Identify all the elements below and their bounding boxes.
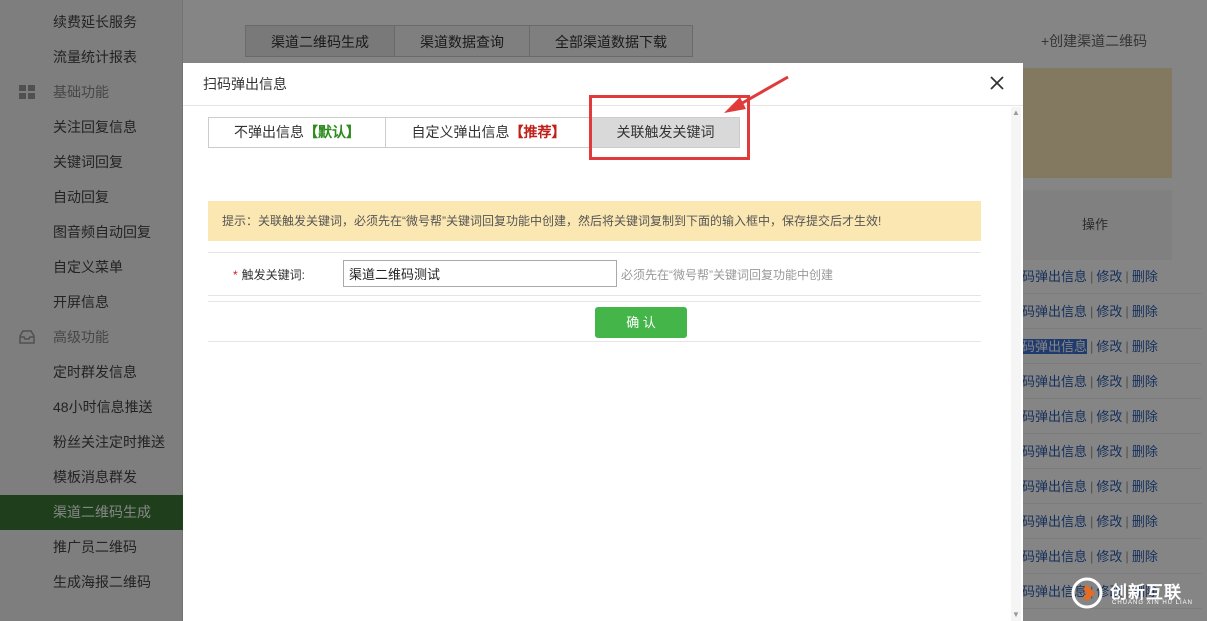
watermark: 创新互联 CHUANG XIN HU LIAN xyxy=(1068,573,1203,613)
confirm-row: 确 认 xyxy=(208,301,981,342)
confirm-button[interactable]: 确 认 xyxy=(595,307,687,338)
dialog-scrollbar[interactable]: ▲ ▼ xyxy=(1011,107,1021,621)
brand-logo-icon xyxy=(1071,577,1103,609)
tab-no-popup-label: 不弹出信息 xyxy=(234,124,304,140)
keyword-help-text: 必须先在“微号帮”关键词回复功能中创建 xyxy=(621,268,833,282)
keyword-form-row: *触发关键词: 必须先在“微号帮”关键词回复功能中创建 xyxy=(208,252,981,296)
hint-banner: 提示：关联触发关键词，必须先在“微号帮”关键词回复功能中创建，然后将关键词复制到… xyxy=(208,201,981,241)
scroll-down-icon[interactable]: ▼ xyxy=(1012,611,1020,619)
scroll-up-icon[interactable]: ▲ xyxy=(1012,109,1020,117)
default-tag: 【默认】 xyxy=(304,124,360,140)
dialog-body: 不弹出信息【默认】 自定义弹出信息【推荐】 关联触发关键词 提示：关联触发关键词… xyxy=(183,107,1011,621)
keyword-label-text: 触发关键词: xyxy=(241,268,306,282)
tab-custom-popup[interactable]: 自定义弹出信息【推荐】 xyxy=(386,118,592,147)
watermark-subtitle: CHUANG XIN HU LIAN xyxy=(1112,600,1194,606)
dialog-title: 扫码弹出信息 xyxy=(203,76,287,92)
annotation-arrow-icon xyxy=(724,75,789,113)
tab-custom-popup-label: 自定义弹出信息 xyxy=(411,124,510,140)
recommended-tag: 【推荐】 xyxy=(509,124,566,140)
keyword-field-label: * 触发关键词: xyxy=(233,253,305,297)
close-icon[interactable] xyxy=(987,73,1007,93)
required-mark: * xyxy=(233,268,238,282)
keyword-input[interactable] xyxy=(343,260,617,287)
tab-no-popup[interactable]: 不弹出信息【默认】 xyxy=(209,118,386,147)
